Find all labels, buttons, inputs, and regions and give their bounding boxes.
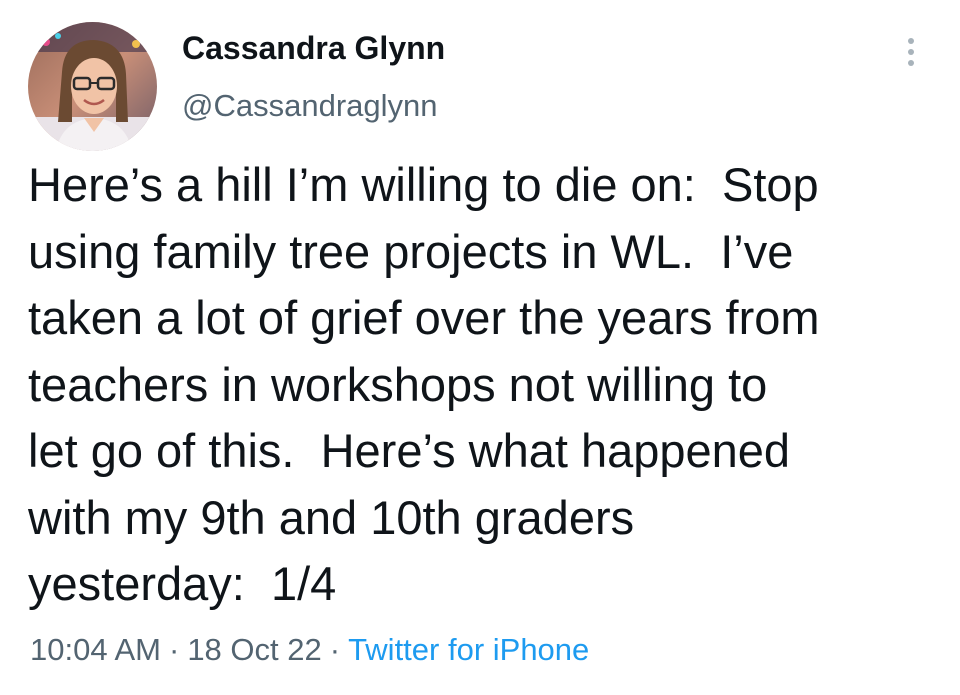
display-name[interactable]: Cassandra Glynn [182, 30, 445, 67]
tweet-time[interactable]: 10:04 AM [30, 632, 161, 667]
tweet-date[interactable]: 18 Oct 22 [187, 632, 321, 667]
tweet-card: Cassandra Glynn @Cassandraglynn Here’s a… [0, 0, 960, 695]
user-handle[interactable]: @Cassandraglynn [182, 88, 438, 124]
tweet-text: Here’s a hill I’m willing to die on: Sto… [28, 152, 948, 618]
profile-photo-avatar [28, 22, 157, 151]
tweet-text-line: Here’s a hill I’m willing to die on: Sto… [28, 158, 819, 211]
tweet-text-line: teachers in workshops not willing to [28, 357, 768, 411]
vertical-ellipsis-icon-dot [908, 49, 914, 55]
vertical-ellipsis-icon-dot [908, 60, 914, 66]
tweet-text-line: yesterday: 1/4 [28, 557, 337, 610]
avatar[interactable] [28, 22, 157, 151]
tweet-text-line: taken a lot of grief over the years from [28, 291, 820, 344]
meta-separator: · [168, 632, 180, 667]
tweet-text-line: let go of this. Here’s what happened [28, 424, 791, 477]
tweet-metadata: 10:04 AM · 18 Oct 22 · Twitter for iPhone [30, 632, 589, 668]
vertical-ellipsis-icon [908, 38, 914, 44]
tweet-text-line: using family tree projects in WL. I’ve [28, 224, 794, 278]
more-options-button[interactable] [896, 30, 926, 74]
tweet-text-line: with my 9th and 10th graders [28, 490, 635, 544]
tweet-source-link[interactable]: Twitter for iPhone [348, 632, 589, 667]
meta-separator: · [329, 632, 341, 667]
